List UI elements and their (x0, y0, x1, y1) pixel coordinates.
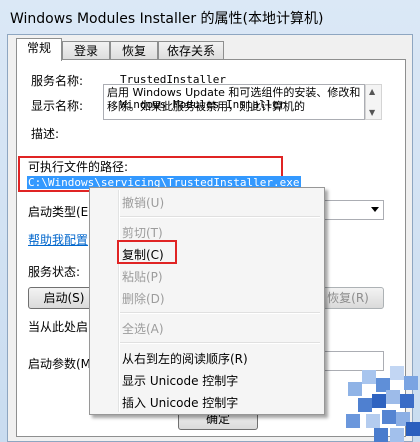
description-label: 描述: (31, 127, 60, 141)
tab-general-label: 常规 (26, 41, 51, 55)
scroll-down-icon[interactable]: ▼ (369, 108, 375, 117)
menu-item-select-all[interactable]: 全选(A) (122, 320, 164, 337)
menu-separator (120, 216, 320, 218)
menu-item-copy[interactable]: 复制(C) (122, 246, 164, 263)
tab-recovery-label: 恢复 (121, 44, 146, 58)
description-scrollbar[interactable]: ▲ ▼ (365, 84, 382, 120)
tab-general[interactable]: 常规 (16, 38, 62, 61)
service-name-label: 服务名称: (31, 74, 84, 88)
description-field[interactable]: 启用 Windows Update 和可选组件的安装、修改和移除。如果此服务被禁… (103, 84, 365, 120)
scroll-up-icon[interactable]: ▲ (369, 87, 375, 96)
startup-type-label: 启动类型(E (28, 205, 89, 219)
resume-button-label: 恢复(R) (327, 291, 369, 305)
context-menu: 撤销(U) 剪切(T) 复制(C) 粘贴(P) 删除(D) 全选(A) 从右到左… (89, 187, 325, 415)
tab-dependencies[interactable]: 依存关系 (158, 41, 224, 60)
service-status-label: 服务状态: (28, 265, 81, 279)
menu-item-undo[interactable]: 撤销(U) (122, 194, 164, 211)
menu-gutter (118, 190, 120, 412)
start-button-label: 启动(S) (43, 291, 85, 305)
menu-item-insert-unicode[interactable]: 插入 Unicode 控制字 (122, 394, 238, 411)
chevron-down-icon (371, 207, 379, 212)
watermark-logo (338, 360, 420, 442)
menu-separator (120, 342, 320, 344)
window-title: Windows Modules Installer 的属性(本地计算机) (10, 11, 324, 27)
properties-window: Windows Modules Installer 的属性(本地计算机) 常规 … (0, 0, 420, 442)
title-bar[interactable]: Windows Modules Installer 的属性(本地计算机) (0, 0, 420, 34)
help-configure-link[interactable]: 帮助我配置 (28, 231, 88, 248)
tab-dependencies-label: 依存关系 (166, 44, 215, 58)
start-params-label: 启动参数(M (28, 357, 92, 371)
menu-item-paste[interactable]: 粘贴(P) (122, 268, 163, 285)
menu-item-show-unicode[interactable]: 显示 Unicode 控制字 (122, 372, 238, 389)
menu-separator (120, 312, 320, 314)
menu-item-rtl-reading[interactable]: 从右到左的阅读顺序(R) (122, 350, 248, 367)
tab-logon[interactable]: 登录 (62, 41, 110, 60)
tab-logon-label: 登录 (73, 44, 98, 58)
menu-item-delete[interactable]: 删除(D) (122, 290, 165, 307)
start-params-hint: 当从此处启 (28, 320, 89, 334)
path-label: 可执行文件的路径: (28, 160, 129, 174)
menu-item-cut[interactable]: 剪切(T) (122, 224, 163, 241)
display-name-label: 显示名称: (31, 99, 84, 113)
tab-recovery[interactable]: 恢复 (110, 41, 158, 60)
